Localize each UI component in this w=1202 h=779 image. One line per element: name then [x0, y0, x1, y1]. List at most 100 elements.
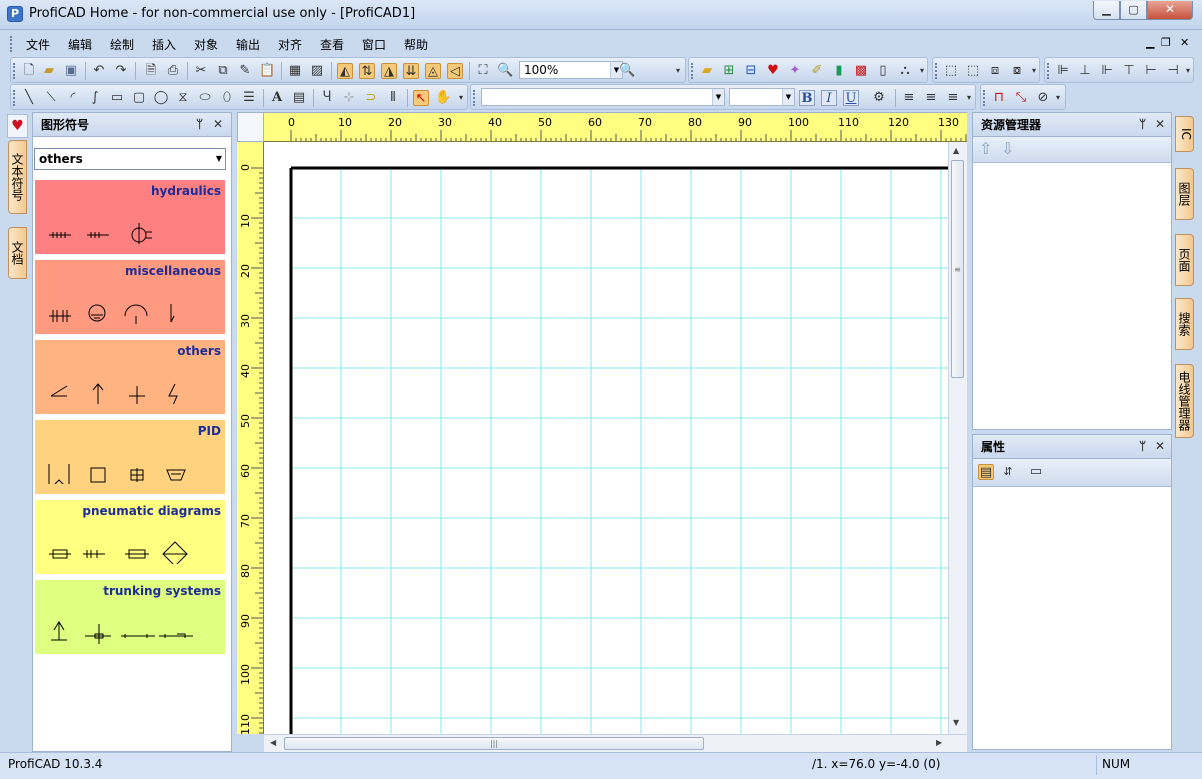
- underline-button[interactable]: U: [843, 90, 859, 106]
- zoom-fit-icon[interactable]: ⛶: [475, 63, 491, 79]
- mdi-close-button[interactable]: ✕: [1180, 36, 1189, 49]
- page-icon[interactable]: ▯: [875, 63, 891, 79]
- category-pid[interactable]: PID: [35, 420, 225, 495]
- mirror-horizontal-icon[interactable]: ◬: [425, 63, 441, 79]
- ungroup-icon[interactable]: ⬚: [965, 63, 981, 79]
- scroll-down-icon[interactable]: ▼: [953, 718, 959, 727]
- italic-button[interactable]: I: [821, 90, 837, 106]
- right-tab-ic[interactable]: IC: [1175, 116, 1194, 152]
- line-icon[interactable]: ╲: [21, 90, 37, 106]
- chevron-down-icon[interactable]: ▼: [782, 89, 794, 105]
- toolbar-overflow-icon[interactable]: ▾: [965, 90, 973, 106]
- menu-edit[interactable]: 编辑: [68, 36, 92, 53]
- print-preview-icon[interactable]: 🗎: [143, 63, 159, 79]
- category-miscellaneous[interactable]: miscellaneous: [35, 260, 225, 335]
- toolbar-overflow-icon[interactable]: ▾: [457, 90, 465, 106]
- vertical-scrollbar[interactable]: ▲ ≡ ▼: [948, 142, 967, 734]
- property-pages-icon[interactable]: ▭: [1028, 464, 1044, 480]
- right-tab-wire-manager[interactable]: 电线管理器: [1175, 364, 1194, 438]
- close-icon[interactable]: ✕: [1155, 117, 1165, 131]
- new-file-icon[interactable]: 🗋: [21, 63, 37, 79]
- flip-icon[interactable]: ⇅: [359, 63, 375, 79]
- chip-icon[interactable]: ▮: [831, 63, 847, 79]
- right-tab-pages[interactable]: 页面: [1175, 234, 1194, 286]
- menu-view[interactable]: 查看: [320, 36, 344, 53]
- zoom-out-icon[interactable]: 🔍: [619, 63, 635, 79]
- move-up-icon[interactable]: ⇧: [979, 139, 992, 158]
- toolbar-grip[interactable]: [13, 90, 16, 106]
- scroll-right-icon[interactable]: ▶: [936, 738, 942, 747]
- group-icon[interactable]: ⬚: [943, 63, 959, 79]
- toolbar-grip[interactable]: [13, 63, 16, 79]
- rotate-icon[interactable]: ◁: [447, 63, 463, 79]
- picture-icon[interactable]: ▨: [309, 63, 325, 79]
- pin-icon[interactable]: ᛘ: [196, 117, 203, 131]
- curve-icon[interactable]: ∫: [87, 90, 103, 106]
- shape-icon[interactable]: ⬭: [197, 90, 213, 106]
- scroll-up-icon[interactable]: ▲: [953, 146, 959, 155]
- right-tab-search[interactable]: 搜索: [1175, 298, 1194, 350]
- align-right-icon[interactable]: ⊩: [1099, 63, 1115, 79]
- pencil-icon[interactable]: ✐: [809, 63, 825, 79]
- heart-icon[interactable]: ♥: [765, 63, 781, 79]
- undo-icon[interactable]: ↶: [91, 63, 107, 79]
- text-align-left-icon[interactable]: ≡: [901, 90, 917, 106]
- menu-insert[interactable]: 插入: [152, 36, 176, 53]
- sparkle-icon[interactable]: ✦: [787, 63, 803, 79]
- minimize-button[interactable]: ▁: [1093, 1, 1120, 20]
- junction-icon[interactable]: ⊹: [341, 90, 357, 106]
- cut-icon[interactable]: ✂: [193, 63, 209, 79]
- toolbar-grip[interactable]: [691, 63, 694, 79]
- menu-output[interactable]: 输出: [236, 36, 260, 53]
- menubar-grip[interactable]: [10, 36, 13, 52]
- pan-hand-icon[interactable]: ✋: [435, 90, 451, 106]
- no-entry-icon[interactable]: ⊘: [1035, 90, 1051, 106]
- horizontal-scrollbar[interactable]: ◀ ||| ▶: [264, 734, 967, 752]
- close-button[interactable]: ✕: [1147, 1, 1193, 20]
- ellipse-arc-icon[interactable]: ⬯: [219, 90, 235, 106]
- close-icon[interactable]: ✕: [213, 117, 223, 131]
- paste-icon[interactable]: 📋: [259, 63, 275, 79]
- align-center-icon[interactable]: ⊥: [1077, 63, 1093, 79]
- category-hydraulics[interactable]: hydraulics: [35, 180, 225, 255]
- binoculars-icon[interactable]: ⛬: [897, 63, 913, 79]
- maximize-button[interactable]: ▢: [1120, 1, 1147, 20]
- toolbar-overflow-icon[interactable]: ▾: [918, 63, 926, 79]
- menu-draw[interactable]: 绘制: [110, 36, 134, 53]
- text-icon[interactable]: A: [269, 90, 285, 106]
- menu-align[interactable]: 对齐: [278, 36, 302, 53]
- bring-front-icon[interactable]: ⧈: [987, 63, 1003, 79]
- zoom-in-icon[interactable]: 🔍: [497, 63, 513, 79]
- dimension-icon[interactable]: ⊓: [991, 90, 1007, 106]
- select-arrow-icon[interactable]: ↖: [413, 90, 429, 106]
- chevron-down-icon[interactable]: ▼: [712, 89, 724, 105]
- favorites-heart-icon[interactable]: ♥: [7, 114, 28, 138]
- folder-icon[interactable]: ▰: [699, 63, 715, 79]
- save-icon[interactable]: ▣: [63, 63, 79, 79]
- pin-icon[interactable]: ᛘ: [1139, 439, 1146, 453]
- panel-splitter[interactable]: [233, 112, 236, 752]
- text-align-right-icon[interactable]: ≡: [945, 90, 961, 106]
- layers-icon[interactable]: ▩: [853, 63, 869, 79]
- align-top-icon[interactable]: ⊤: [1121, 63, 1137, 79]
- category-trunking-systems[interactable]: trunking systems: [35, 580, 225, 655]
- menu-object[interactable]: 对象: [194, 36, 218, 53]
- textbox-icon[interactable]: ▤: [291, 90, 307, 106]
- close-icon[interactable]: ✕: [1155, 439, 1165, 453]
- font-name-combo[interactable]: ▼: [481, 88, 725, 106]
- mdi-minimize-button[interactable]: ▁: [1146, 36, 1154, 49]
- image-icon[interactable]: ▦: [287, 63, 303, 79]
- open-folder-icon[interactable]: ▰: [41, 63, 57, 79]
- toolbar-overflow-icon[interactable]: ▾: [1184, 63, 1192, 79]
- text-align-center-icon[interactable]: ≡: [923, 90, 939, 106]
- rotate-right-icon[interactable]: ◮: [381, 63, 397, 79]
- category-others[interactable]: others: [35, 340, 225, 415]
- sort-alpha-icon[interactable]: ⇵: [1000, 464, 1016, 480]
- bold-button[interactable]: B: [799, 90, 815, 106]
- side-tab-documents[interactable]: 文档: [8, 227, 27, 279]
- send-back-icon[interactable]: ⧇: [1009, 63, 1025, 79]
- toolbar-grip[interactable]: [935, 63, 938, 79]
- align-middle-icon[interactable]: ⊢: [1143, 63, 1159, 79]
- wire-icon[interactable]: Ⴗ: [319, 90, 335, 106]
- network-icon[interactable]: ⊟: [743, 63, 759, 79]
